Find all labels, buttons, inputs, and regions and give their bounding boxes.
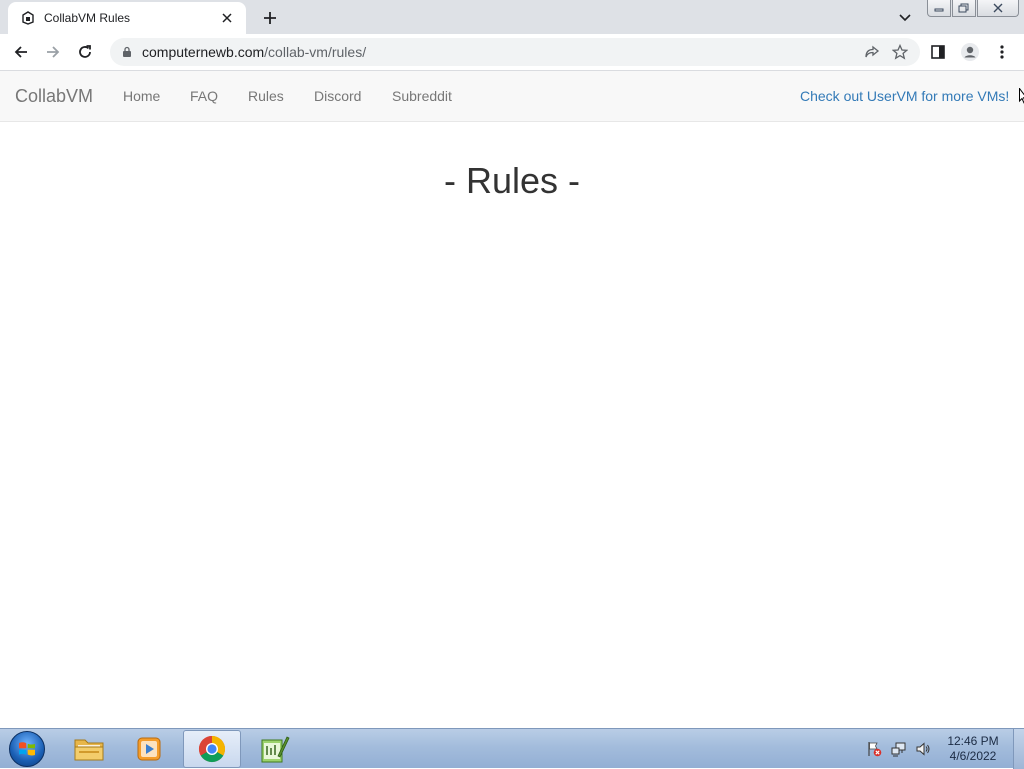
restore-icon — [958, 3, 969, 13]
folder-icon — [74, 739, 104, 761]
url-text: computernewb.com/collab-vm/rules/ — [142, 44, 858, 60]
taskbar-media-player[interactable] — [121, 730, 179, 768]
uservm-link[interactable]: Check out UserVM for more VMs! — [800, 88, 1009, 104]
address-bar[interactable]: computernewb.com/collab-vm/rules/ — [110, 38, 920, 66]
side-panel-icon[interactable] — [924, 39, 952, 65]
action-center-flag-icon[interactable] — [866, 741, 882, 757]
nav-link-faq[interactable]: FAQ — [190, 88, 218, 104]
profile-avatar-icon[interactable] — [956, 39, 984, 65]
browser-tab[interactable]: CollabVM Rules — [8, 2, 246, 34]
start-button[interactable] — [4, 730, 50, 768]
browser-toolbar: computernewb.com/collab-vm/rules/ — [0, 34, 1024, 71]
menu-kebab-icon[interactable] — [988, 39, 1016, 65]
nav-link-home[interactable]: Home — [123, 88, 160, 104]
network-icon[interactable] — [891, 741, 907, 757]
media-player-icon — [137, 737, 161, 761]
share-icon[interactable] — [858, 38, 886, 66]
mouse-cursor-icon — [1019, 88, 1024, 104]
minimize-window-button[interactable] — [927, 0, 951, 17]
clock-time: 12:46 PM — [947, 734, 999, 748]
nav-link-rules[interactable]: Rules — [248, 88, 284, 104]
reload-icon[interactable] — [72, 39, 98, 65]
tab-search-chevron-down-icon[interactable] — [894, 8, 916, 28]
windows-logo-icon — [9, 731, 45, 767]
lock-icon[interactable] — [120, 45, 134, 59]
taskbar-chrome[interactable] — [183, 730, 241, 768]
taskbar-notepad-plus[interactable] — [245, 730, 303, 768]
browser-tab-strip: CollabVM Rules — [0, 0, 1024, 34]
collabvm-favicon-icon — [20, 10, 36, 26]
back-arrow-icon[interactable] — [8, 39, 34, 65]
show-desktop-button[interactable] — [1013, 729, 1024, 769]
brand-link[interactable]: CollabVM — [15, 86, 93, 107]
close-icon — [993, 3, 1003, 13]
chrome-icon — [198, 735, 226, 763]
minimize-icon — [934, 8, 944, 12]
bookmark-star-icon[interactable] — [886, 38, 914, 66]
taskbar-explorer[interactable] — [60, 730, 118, 768]
clock-date: 4/6/2022 — [949, 749, 997, 763]
close-tab-icon[interactable] — [218, 9, 236, 27]
system-tray: 12:46 PM 4/6/2022 — [862, 729, 1024, 769]
page-title: - Rules - — [443, 160, 581, 201]
windows-taskbar: 12:46 PM 4/6/2022 — [0, 728, 1024, 769]
page-content: - Rules - — [0, 122, 1024, 728]
tab-title: CollabVM Rules — [44, 11, 131, 25]
volume-speaker-icon[interactable] — [915, 741, 931, 757]
restore-window-button[interactable] — [952, 0, 976, 17]
close-window-button[interactable] — [977, 0, 1019, 17]
new-tab-plus-icon[interactable] — [258, 6, 282, 30]
nav-link-discord[interactable]: Discord — [314, 88, 361, 104]
window-controls — [927, 0, 1019, 18]
url-path: /collab-vm/rules/ — [264, 44, 367, 60]
notepad-plus-icon — [261, 736, 290, 763]
forward-arrow-icon[interactable] — [40, 39, 66, 65]
taskbar-clock[interactable]: 12:46 PM 4/6/2022 — [940, 734, 1006, 764]
url-host: computernewb.com — [142, 44, 265, 60]
nav-link-subreddit[interactable]: Subreddit — [392, 88, 452, 104]
site-navbar: CollabVM Home FAQ Rules Discord Subreddi… — [0, 71, 1024, 122]
